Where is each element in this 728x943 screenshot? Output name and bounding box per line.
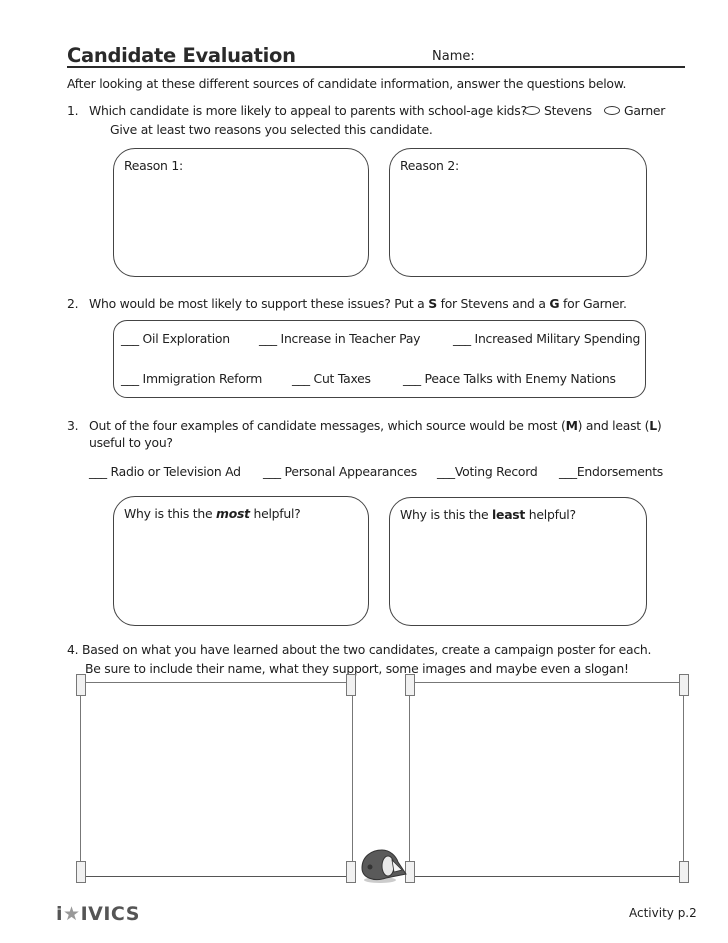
radio-oval-icon[interactable] [604,106,620,115]
star-icon: ★ [63,903,81,925]
tape-tab [76,674,86,696]
radio-oval-icon[interactable] [524,106,540,115]
blank-line[interactable]: ___ [121,371,139,386]
q3-text-pre: Out of the four examples of candidate me… [89,418,566,433]
tape-tab [405,674,415,696]
issue-label: Oil Exploration [142,331,231,346]
issue-label: Increased Military Spending [474,331,641,346]
instructions: After looking at these different sources… [67,76,627,91]
q2-text-mid: for Stevens and a [436,296,550,311]
q2-text-post: for Garner. [559,296,627,311]
reason-1-box[interactable]: Reason 1: [113,148,369,277]
source-item[interactable]: ___ Personal Appearances [263,464,417,479]
q2-number: 2. [67,296,79,311]
label-post: helpful? [525,507,576,522]
q3-number: 3. [67,418,79,433]
emphasis-most: most [216,506,250,521]
label-pre: Why is this the [400,507,493,522]
q2-text-pre: Who would be most likely to support thes… [89,296,429,311]
page-number: Activity p.2 [629,906,697,920]
q1-subtext: Give at least two reasons you selected t… [110,122,433,137]
blank-line[interactable]: ___ [263,464,281,479]
q1-option-stevens[interactable]: Stevens [524,103,592,118]
blank-line[interactable]: ___ [403,371,421,386]
issue-label: Increase in Teacher Pay [280,331,421,346]
tape-tab [679,674,689,696]
tape-tab [346,861,356,883]
q3-text-mid: ) and least ( [577,418,650,433]
poster-1-area[interactable] [80,682,353,877]
blank-line[interactable]: ___ [453,331,471,346]
reason-1-label: Reason 1: [124,158,183,173]
least-helpful-box[interactable]: Why is this the least helpful? [389,497,647,626]
source-item[interactable]: ___Voting Record [437,464,538,479]
source-item[interactable]: ___ Radio or Television Ad [89,464,241,479]
blank-line[interactable]: ___ [89,464,107,479]
tape-tab [346,674,356,696]
option-label: Stevens [544,103,592,118]
logo-text: IVICS [80,903,140,925]
name-label: Name: [432,49,475,64]
issue-label: Immigration Reform [142,371,263,386]
q1-option-garner[interactable]: Garner [604,103,665,118]
icivics-logo: i★IVICS [56,903,140,925]
tape-tab [679,861,689,883]
label-pre: Why is this the [124,506,217,521]
q4-subtext: Be sure to include their name, what they… [85,661,629,676]
q1-question: Which candidate is more likely to appeal… [89,103,527,118]
logo-i: i [56,903,64,925]
m-letter: M [565,418,578,433]
s-letter: S [428,296,437,311]
reason-2-label: Reason 2: [400,158,459,173]
q3-question-line2: useful to you? [89,435,173,450]
source-label: Endorsements [576,464,664,479]
source-label: Radio or Television Ad [110,464,241,479]
g-letter: G [549,296,560,311]
blank-line[interactable]: ___ [559,464,577,479]
q2-question: Who would be most likely to support thes… [89,296,627,311]
q4-question: 4. Based on what you have learned about … [67,642,652,657]
q3-text-post: ) [656,418,662,433]
tape-dispenser-icon [361,849,407,883]
source-label: Personal Appearances [284,464,418,479]
q1-number: 1. [67,103,79,118]
source-item[interactable]: ___Endorsements [559,464,663,479]
name-line[interactable] [67,66,685,68]
reason-2-box[interactable]: Reason 2: [389,148,647,277]
label-post: helpful? [249,506,301,521]
source-label: Voting Record [454,464,538,479]
most-helpful-label: Why is this the most helpful? [124,506,301,521]
least-helpful-label: Why is this the least helpful? [400,507,576,522]
poster-2-area[interactable] [409,682,684,877]
issue-item[interactable]: ___ Oil Exploration [121,331,230,346]
issue-item[interactable]: ___ Immigration Reform [121,371,262,386]
l-letter: L [649,418,657,433]
blank-line[interactable]: ___ [292,371,310,386]
option-label: Garner [624,103,666,118]
issue-item[interactable]: ___ Increase in Teacher Pay [259,331,420,346]
issue-item[interactable]: ___ Increased Military Spending [453,331,640,346]
blank-line[interactable]: ___ [121,331,139,346]
issue-label: Cut Taxes [313,371,371,386]
q3-question: Out of the four examples of candidate me… [89,418,662,433]
issue-label: Peace Talks with Enemy Nations [424,371,616,386]
issue-item[interactable]: ___ Cut Taxes [292,371,371,386]
blank-line[interactable]: ___ [437,464,455,479]
page-title: Candidate Evaluation [67,44,296,67]
blank-line[interactable]: ___ [259,331,277,346]
most-helpful-box[interactable]: Why is this the most helpful? [113,496,369,626]
issue-item[interactable]: ___ Peace Talks with Enemy Nations [403,371,616,386]
emphasis-least: least [492,507,526,522]
tape-tab [76,861,86,883]
